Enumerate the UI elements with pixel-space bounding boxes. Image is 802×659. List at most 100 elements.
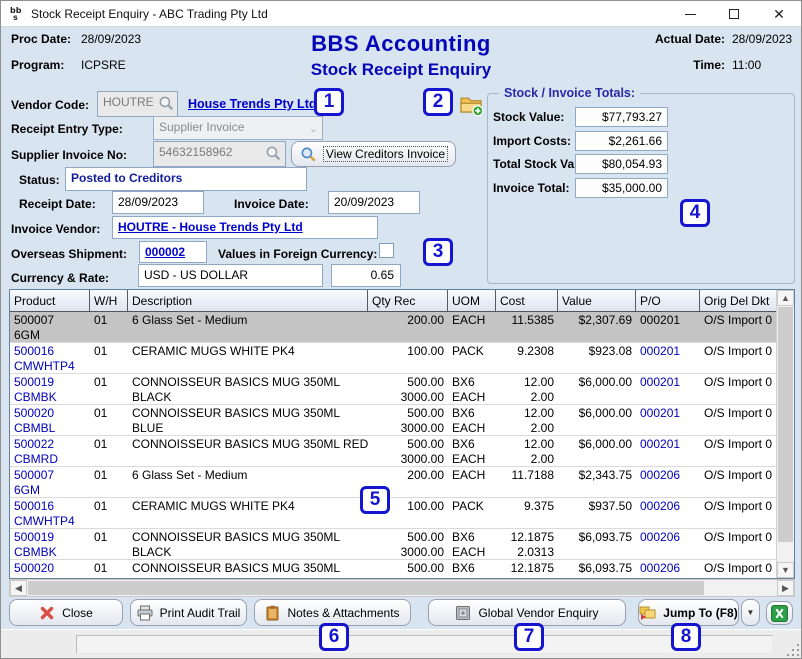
cell-purchase-order: 000206 [636, 560, 700, 578]
cell-product-link[interactable]: 500020 [14, 561, 86, 576]
table-row[interactable]: 5000076GM016 Glass Set - Medium 200.00 E… [10, 467, 776, 498]
excel-export-button[interactable] [766, 601, 793, 625]
cell-description: 6 Glass Set - Medium [128, 467, 368, 497]
table-row[interactable]: 500020 01CONNOISSEUR BASICS MUG 350ML 50… [10, 560, 776, 578]
cell-product-link[interactable]: 500020 [14, 406, 86, 421]
column-header-value[interactable]: Value [558, 290, 636, 311]
vertical-scrollbar-thumb[interactable] [778, 307, 793, 542]
jump-to-dropdown-button[interactable]: ▼ [741, 599, 760, 626]
cell-value: $2,343.75 [558, 467, 636, 497]
scroll-up-icon[interactable]: ▲ [777, 290, 794, 306]
table-row[interactable]: 5000076GM016 Glass Set - Medium 200.00 E… [10, 312, 776, 343]
cell-purchase-order-link[interactable]: 000201 [640, 406, 696, 421]
print-audit-trail-button[interactable]: Print Audit Trail [130, 599, 247, 626]
cell-value-text: $6,093.75 [562, 561, 632, 576]
close-window-button[interactable]: ✕ [756, 1, 802, 27]
cell-product-link[interactable]: 500016 [14, 499, 86, 514]
cell-product-link[interactable]: 500007 [14, 468, 86, 483]
cell-product-link[interactable]: 500022 [14, 437, 86, 452]
horizontal-scrollbar[interactable]: ◀ ▶ [9, 579, 795, 597]
table-row[interactable]: 500019CBMBK01CONNOISSEUR BASICS MUG 350M… [10, 374, 776, 405]
supplier-invoice-no-field[interactable]: 54632158962 [153, 141, 286, 167]
column-header-p-o[interactable]: P/O [636, 290, 700, 311]
status-value: Posted to Creditors [71, 171, 182, 185]
close-button[interactable]: Close [9, 599, 123, 626]
column-header-w-h[interactable]: W/H [90, 290, 128, 311]
cell-purchase-order-link[interactable]: 000201 [640, 437, 696, 452]
column-header-orig-del-dkt[interactable]: Orig Del Dkt [700, 290, 776, 311]
cell-description-text: CERAMIC MUGS WHITE PK4 [132, 499, 364, 514]
notes-attachments-button[interactable]: Notes & Attachments [254, 599, 411, 626]
cell-product-link[interactable]: CBMBK [14, 545, 86, 559]
cell-purchase-order-link[interactable]: 000206 [640, 499, 696, 514]
cell-product-link[interactable]: 6GM [14, 328, 86, 342]
table-row[interactable]: 500016CMWHTP401CERAMIC MUGS WHITE PK4 10… [10, 498, 776, 529]
cell-uom: BX6EACH [448, 405, 496, 435]
scroll-down-icon[interactable]: ▼ [777, 562, 794, 578]
vendor-code-field[interactable]: HOUTRE [97, 91, 178, 117]
cell-purchase-order-link[interactable]: 000201 [640, 313, 696, 328]
cell-qty-received: 500.003000.00 [368, 436, 448, 466]
vertical-scrollbar[interactable]: ▲ ▼ [776, 290, 794, 578]
cell-product-link[interactable]: CBMBL [14, 421, 86, 435]
cell-cost-text: 9.2308 [500, 344, 554, 359]
table-row[interactable]: 500019CBMBK01CONNOISSEUR BASICS MUG 350M… [10, 529, 776, 560]
column-header-uom[interactable]: UOM [448, 290, 496, 311]
cell-cost: 9.375 [496, 498, 558, 528]
table-row[interactable]: 500020CBMBL01CONNOISSEUR BASICS MUG 350M… [10, 405, 776, 436]
resize-grip[interactable] [787, 644, 799, 656]
attachments-folder-plus-icon[interactable] [458, 92, 484, 117]
minimize-button[interactable] [668, 1, 712, 27]
cell-purchase-order-link[interactable]: 000201 [640, 375, 696, 390]
cell-product-link[interactable]: CMWHTP4 [14, 359, 86, 373]
supplier-invoice-no-label: Supplier Invoice No: [11, 148, 127, 162]
cell-uom-text: PACK [452, 344, 492, 359]
horizontal-scrollbar-thumb[interactable] [28, 581, 704, 595]
cell-product: 5000076GM [10, 312, 90, 342]
global-vendor-enquiry-button[interactable]: Global Vendor Enquiry [428, 599, 626, 626]
app-icon: bb s [9, 5, 26, 22]
cell-cost-text [500, 483, 554, 497]
column-header-product[interactable]: Product [10, 290, 90, 311]
invoice-search-icon[interactable] [265, 145, 282, 162]
cell-product-link[interactable]: CMWHTP4 [14, 514, 86, 528]
table-row[interactable]: 500022CBMRD01CONNOISSEUR BASICS MUG 350M… [10, 436, 776, 467]
receipt-entry-type-select[interactable]: Supplier Invoice ⌄ [153, 116, 323, 140]
cell-purchase-order-link[interactable]: 000206 [640, 561, 696, 576]
cell-purchase-order-link[interactable]: 000206 [640, 530, 696, 545]
foreign-currency-checkbox[interactable] [379, 243, 394, 258]
column-header-qty-rec[interactable]: Qty Rec [368, 290, 448, 311]
column-header-description[interactable]: Description [128, 290, 368, 311]
cell-product-link[interactable]: CBMRD [14, 452, 86, 466]
cell-product-link[interactable]: 500016 [14, 344, 86, 359]
overseas-shipment-link[interactable]: 000002 [145, 245, 185, 259]
column-header-cost[interactable]: Cost [496, 290, 558, 311]
table-row[interactable]: 500016CMWHTP401CERAMIC MUGS WHITE PK4 10… [10, 343, 776, 374]
cell-qty-received-text: 500.00 [372, 375, 444, 390]
scroll-left-icon[interactable]: ◀ [10, 580, 27, 596]
cell-product-link[interactable]: 500007 [14, 313, 86, 328]
vendor-name-link[interactable]: House Trends Pty Ltd [188, 97, 317, 111]
cell-product: 500019CBMBK [10, 374, 90, 404]
cell-warehouse: 01 [90, 343, 128, 373]
view-creditors-invoice-button[interactable]: View Creditors Invoice [291, 141, 456, 167]
cell-cost-text: 2.0313 [500, 545, 554, 559]
jump-to-button[interactable]: Jump To (F8) [638, 599, 739, 626]
cell-product-link[interactable]: 6GM [14, 483, 86, 497]
cell-description-text: CERAMIC MUGS WHITE PK4 [132, 344, 364, 359]
cell-qty-received-text: 500.00 [372, 561, 444, 576]
invoice-vendor-link[interactable]: HOUTRE - House Trends Pty Ltd [118, 220, 303, 234]
cell-description: CONNOISSEUR BASICS MUG 350ML [128, 560, 368, 578]
cell-product-link[interactable]: CBMBK [14, 390, 86, 404]
cell-cost-text [500, 328, 554, 342]
maximize-button[interactable] [712, 1, 756, 27]
cell-product-link[interactable]: 500019 [14, 530, 86, 545]
vendor-search-icon[interactable] [158, 95, 175, 112]
cell-purchase-order-link[interactable]: 000206 [640, 468, 696, 483]
cell-uom-text [452, 514, 492, 528]
safe-icon [455, 605, 471, 621]
cell-purchase-order-link[interactable]: 000201 [640, 344, 696, 359]
annotation-marker-8: 8 [671, 623, 701, 651]
cell-product-link[interactable]: 500019 [14, 375, 86, 390]
scroll-right-icon[interactable]: ▶ [777, 580, 794, 596]
